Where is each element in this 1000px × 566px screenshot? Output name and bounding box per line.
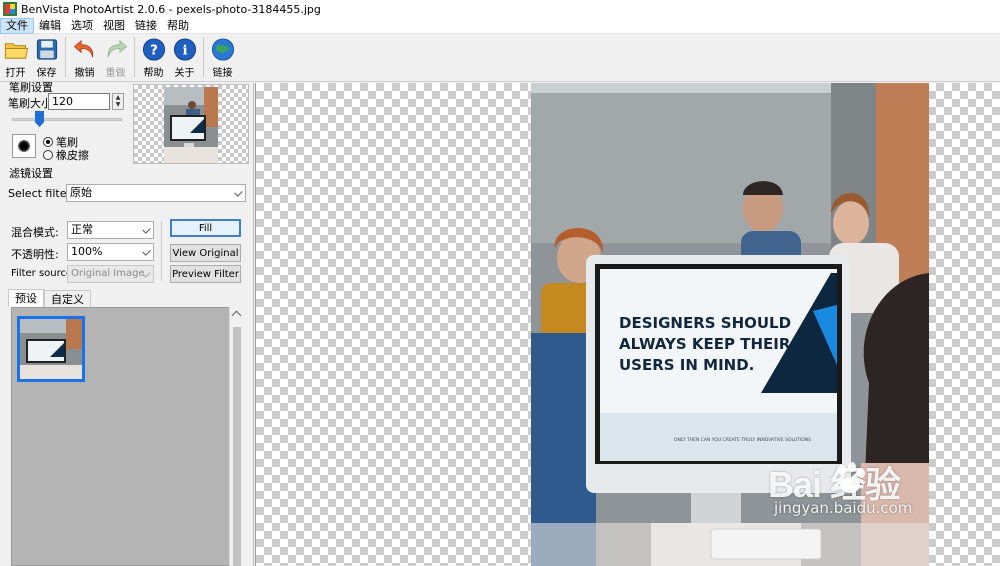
- filter-source-label: Filter source:: [11, 268, 76, 279]
- about-button[interactable]: i 关于: [169, 37, 200, 79]
- eraser-mode-label: 橡皮擦: [56, 149, 89, 162]
- about-label: 关于: [174, 68, 195, 79]
- globe-icon: [211, 38, 234, 61]
- question-mark-icon: ?: [142, 38, 165, 61]
- brush-settings-title: 笔刷设置: [9, 81, 53, 94]
- save-button[interactable]: 保存: [31, 37, 62, 79]
- screen-subline: ONLY THEN CAN YOU CREATE TRULY INNOVATIV…: [674, 437, 811, 443]
- chevron-down-icon: [142, 247, 151, 256]
- toolbar-divider: [65, 37, 66, 77]
- toolbar-divider: [134, 37, 135, 77]
- brush-size-stepper[interactable]: ▲ ▼: [112, 93, 124, 110]
- opacity-select[interactable]: 100%: [67, 243, 154, 261]
- filter-select[interactable]: 原始: [66, 184, 246, 202]
- preset-thumbnail: [20, 319, 82, 379]
- radio-selected-icon[interactable]: [43, 137, 53, 147]
- preset-tabs: 预设 自定义: [8, 289, 91, 308]
- filter-source-select[interactable]: Original Image: [67, 265, 154, 283]
- brush-preview: [12, 134, 36, 158]
- save-label: 保存: [36, 68, 57, 79]
- redo-label: 重做: [105, 68, 126, 79]
- screen-headline-1: DESIGNERS SHOULD: [619, 314, 791, 332]
- blend-mode-label: 混合模式:: [11, 226, 59, 239]
- chevron-down-icon: [234, 188, 243, 197]
- watermark-url: jingyan.baidu.com: [774, 499, 913, 517]
- radio-empty-icon[interactable]: [43, 150, 53, 160]
- undo-button[interactable]: 撤销: [69, 37, 100, 79]
- toolbar: 打开 保存 撤销 重做 ? 帮助 i 关于 链接: [0, 34, 1000, 82]
- settings-panel: 笔刷设置 笔刷大小: 120 ▲ ▼ 笔刷 橡皮擦 滤镜设置 Select fi…: [0, 81, 254, 566]
- opacity-label: 不透明性:: [11, 248, 59, 261]
- blend-mode-select[interactable]: 正常: [67, 221, 154, 239]
- floppy-disk-icon: [36, 39, 57, 60]
- info-icon: i: [173, 38, 196, 61]
- menu-edit[interactable]: 编辑: [34, 18, 66, 34]
- scroll-up-icon[interactable]: [231, 310, 242, 321]
- undo-label: 撤销: [74, 68, 95, 79]
- toolbar-divider: [203, 37, 204, 77]
- app-logo-icon: [3, 2, 17, 16]
- blend-mode-value: 正常: [71, 223, 93, 236]
- redo-button[interactable]: 重做: [100, 37, 131, 79]
- scrollbar-thumb[interactable]: [233, 327, 241, 566]
- filter-settings-title: 滤镜设置: [9, 167, 53, 180]
- photo-thumbnail: [164, 87, 218, 163]
- preset-scrollbar[interactable]: [229, 307, 244, 566]
- title-bar: BenVista PhotoArtist 2.0.6 - pexels-phot…: [0, 0, 1000, 18]
- filter-divider: [161, 221, 162, 281]
- preset-list: [11, 307, 244, 566]
- screen-headline-3: USERS IN MIND.: [619, 356, 754, 374]
- navigator-thumbnail[interactable]: [133, 84, 249, 164]
- window-title: BenVista PhotoArtist 2.0.6 - pexels-phot…: [21, 2, 321, 16]
- help-label: 帮助: [143, 68, 164, 79]
- svg-text:i: i: [182, 42, 187, 58]
- brush-size-slider[interactable]: [12, 118, 122, 121]
- preset-item[interactable]: [17, 316, 85, 382]
- menu-bar: 文件 编辑 选项 视图 链接 帮助: [0, 17, 1000, 34]
- tab-preset[interactable]: 预设: [8, 289, 44, 307]
- svg-text:?: ?: [150, 43, 158, 58]
- paw-icon: [838, 462, 865, 493]
- baidu-watermark: Bai 经验 jingyan.baidu.com: [764, 456, 964, 536]
- link-label: 链接: [212, 68, 233, 79]
- open-button[interactable]: 打开: [0, 37, 31, 79]
- folder-icon: [4, 43, 28, 59]
- chevron-down-icon: [142, 225, 151, 234]
- brush-tip-icon: [18, 140, 30, 152]
- menu-link[interactable]: 链接: [130, 18, 162, 34]
- menu-view[interactable]: 视图: [98, 18, 130, 34]
- open-label: 打开: [5, 68, 26, 79]
- stepper-up-icon[interactable]: ▲: [113, 94, 123, 101]
- link-button[interactable]: 链接: [207, 37, 238, 79]
- opacity-value: 100%: [71, 245, 103, 258]
- stepper-down-icon[interactable]: ▼: [113, 101, 123, 108]
- filter-source-value: Original Image: [71, 268, 145, 279]
- eraser-mode-radio[interactable]: 橡皮擦: [43, 147, 89, 163]
- brush-size-slider-thumb[interactable]: [35, 111, 44, 127]
- select-filter-label: Select filter:: [8, 187, 75, 200]
- brush-size-input[interactable]: 120: [48, 93, 110, 110]
- help-button[interactable]: ? 帮助: [138, 37, 169, 79]
- view-original-button[interactable]: View Original: [170, 244, 241, 262]
- filter-select-value: 原始: [70, 186, 92, 199]
- menu-options[interactable]: 选项: [66, 18, 98, 34]
- undo-arrow-icon: [73, 40, 93, 58]
- menu-file[interactable]: 文件: [0, 17, 34, 34]
- screen-headline-2: ALWAYS KEEP THEIR: [619, 335, 791, 353]
- tab-custom[interactable]: 自定义: [44, 290, 91, 307]
- preview-filter-button[interactable]: Preview Filter: [170, 265, 241, 283]
- menu-help[interactable]: 帮助: [162, 18, 194, 34]
- redo-arrow-icon: [107, 40, 127, 58]
- fill-button[interactable]: Fill: [170, 219, 241, 237]
